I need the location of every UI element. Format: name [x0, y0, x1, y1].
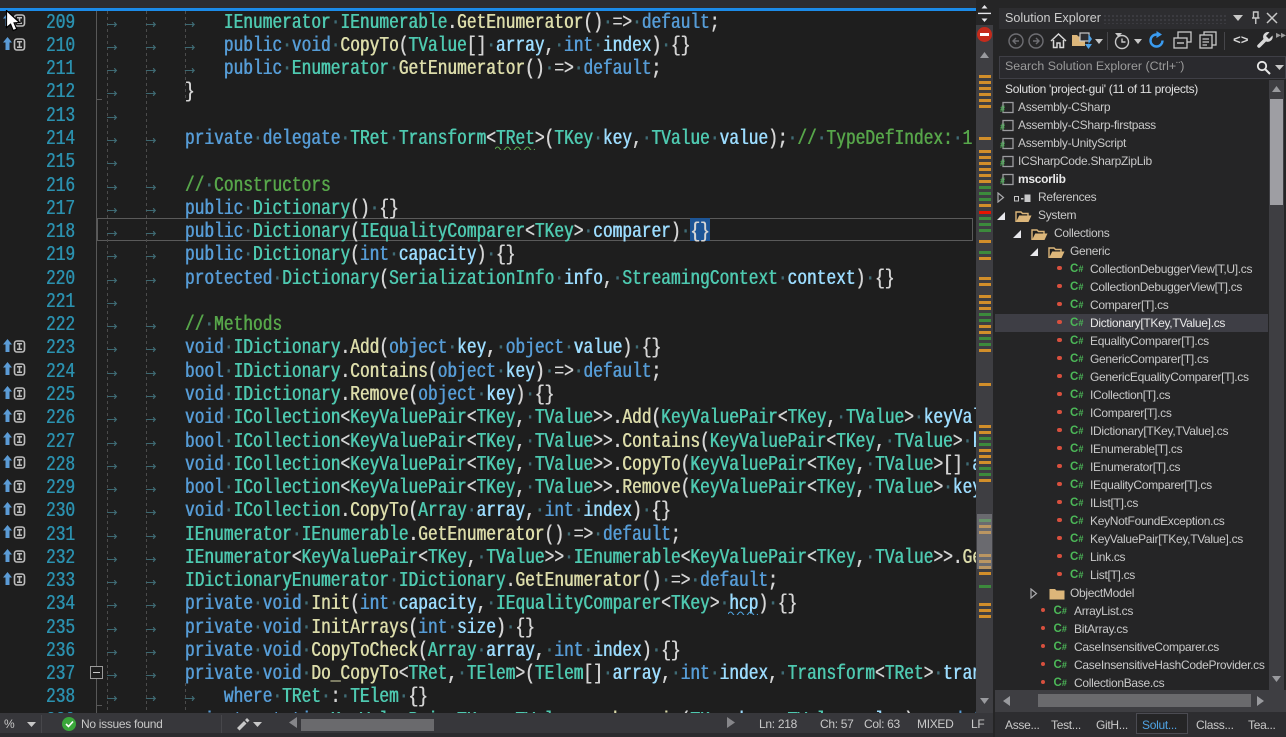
svg-text:#: #: [1000, 104, 1005, 114]
svg-text:#: #: [1000, 158, 1005, 168]
svg-text:#: #: [1000, 140, 1005, 150]
svg-text:#: #: [1000, 122, 1005, 132]
svg-text:#: #: [1000, 176, 1005, 186]
